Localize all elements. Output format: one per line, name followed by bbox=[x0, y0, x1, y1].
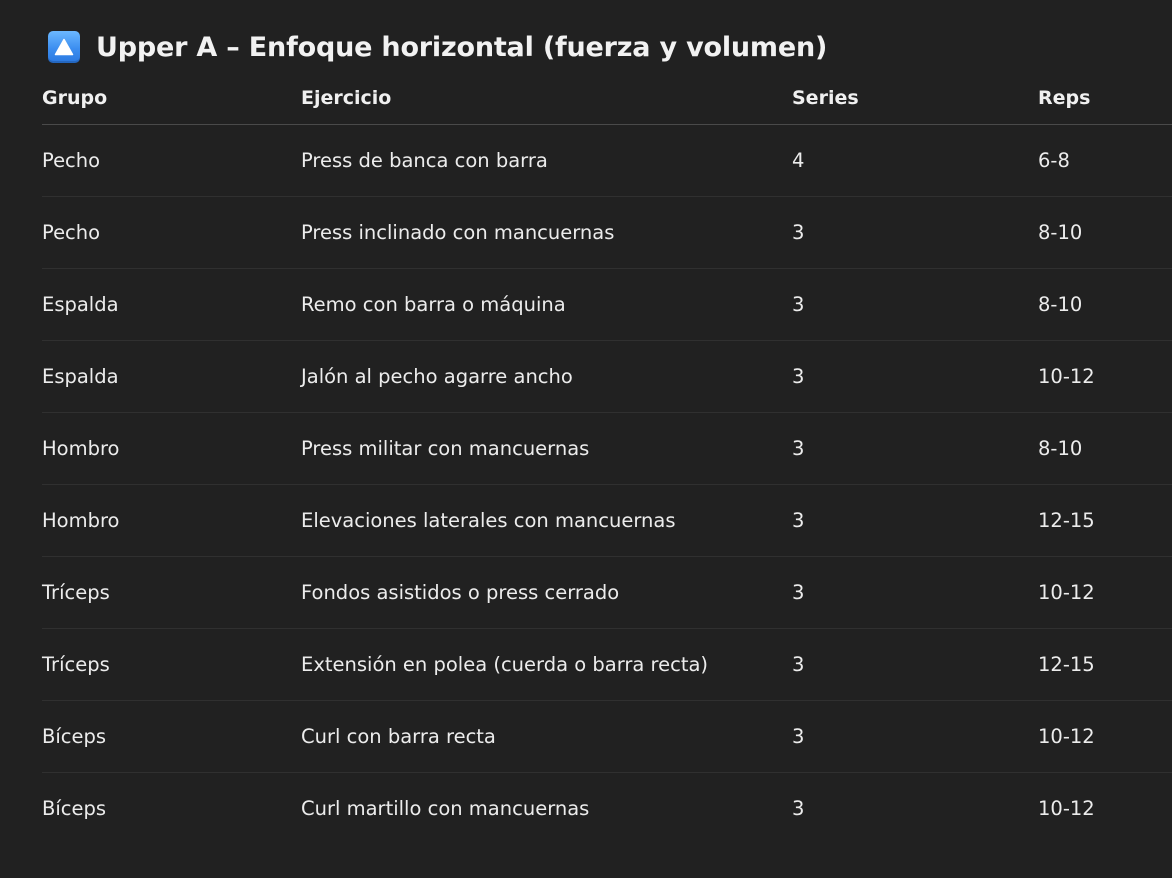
cell-reps: 12-15 bbox=[1038, 628, 1172, 701]
cell-series: 3 bbox=[792, 196, 1038, 269]
cell-reps: 10-12 bbox=[1038, 340, 1172, 413]
header-grupo: Grupo bbox=[42, 72, 301, 125]
table-row: Tríceps Extensión en polea (cuerda o bar… bbox=[42, 628, 1172, 701]
cell-ejercicio: Curl martillo con mancuernas bbox=[301, 797, 590, 820]
cell-grupo: Tríceps bbox=[42, 556, 301, 629]
cell-series: 4 bbox=[792, 124, 1038, 197]
header-reps: Reps bbox=[1038, 72, 1172, 125]
cell-ejercicio: Fondos asistidos o press cerrado bbox=[301, 556, 792, 629]
table-row: Hombro Press militar con mancuernas 3 8-… bbox=[42, 412, 1172, 485]
cell-series: 3 bbox=[792, 700, 1038, 773]
cell-grupo: Hombro bbox=[42, 484, 301, 557]
cell-grupo: Espalda bbox=[42, 340, 301, 413]
cell-grupo: Bíceps bbox=[42, 797, 107, 820]
cell-reps: 8-10 bbox=[1038, 268, 1172, 341]
cell-ejercicio: Press militar con mancuernas bbox=[301, 412, 792, 485]
cell-series: 3 bbox=[792, 268, 1038, 341]
cell-reps: 10-12 bbox=[1038, 797, 1095, 820]
table-row: Espalda Jalón al pecho agarre ancho 3 10… bbox=[42, 340, 1172, 413]
cell-series: 3 bbox=[792, 484, 1038, 557]
workout-table: Grupo Ejercicio Series Reps Pecho Press … bbox=[42, 72, 1172, 844]
cell-ejercicio: Jalón al pecho agarre ancho bbox=[301, 340, 792, 413]
table-header-row: Grupo Ejercicio Series Reps bbox=[42, 72, 1172, 125]
table-row: Espalda Remo con barra o máquina 3 8-10 bbox=[42, 268, 1172, 341]
cell-reps: 8-10 bbox=[1038, 412, 1172, 485]
up-triangle-icon bbox=[48, 31, 80, 63]
cell-reps: 10-12 bbox=[1038, 700, 1172, 773]
cell-grupo: Espalda bbox=[42, 268, 301, 341]
header-series: Series bbox=[792, 72, 1038, 125]
cell-ejercicio: Press inclinado con mancuernas bbox=[301, 196, 792, 269]
cell-reps: 12-15 bbox=[1038, 484, 1172, 557]
table-row: Bíceps Curl con barra recta 3 10-12 bbox=[42, 700, 1172, 773]
cell-series: 3 bbox=[792, 797, 805, 820]
table-row: Pecho Press de banca con barra 4 6-8 bbox=[42, 124, 1172, 197]
cell-grupo: Pecho bbox=[42, 124, 301, 197]
cell-reps: 6-8 bbox=[1038, 124, 1172, 197]
cell-series: 3 bbox=[792, 628, 1038, 701]
cell-ejercicio: Extensión en polea (cuerda o barra recta… bbox=[301, 628, 792, 701]
cell-reps: 10-12 bbox=[1038, 556, 1172, 629]
page-title: Upper A – Enfoque horizontal (fuerza y v… bbox=[48, 28, 827, 66]
table-row: Bíceps Curl martillo con mancuernas 3 10… bbox=[42, 773, 1172, 845]
table-row: Tríceps Fondos asistidos o press cerrado… bbox=[42, 556, 1172, 629]
cell-series: 3 bbox=[792, 556, 1038, 629]
header-ejercicio: Ejercicio bbox=[301, 72, 792, 125]
page: Upper A – Enfoque horizontal (fuerza y v… bbox=[0, 0, 1172, 878]
cell-grupo: Hombro bbox=[42, 412, 301, 485]
cell-series: 3 bbox=[792, 340, 1038, 413]
cell-grupo: Tríceps bbox=[42, 628, 301, 701]
cell-grupo: Bíceps bbox=[42, 700, 301, 773]
cell-ejercicio: Press de banca con barra bbox=[301, 124, 792, 197]
cell-ejercicio: Elevaciones laterales con mancuernas bbox=[301, 484, 792, 557]
up-triangle-glyph bbox=[54, 38, 74, 56]
table-row: Pecho Press inclinado con mancuernas 3 8… bbox=[42, 196, 1172, 269]
page-title-text: Upper A – Enfoque horizontal (fuerza y v… bbox=[96, 31, 828, 63]
cell-grupo: Pecho bbox=[42, 196, 301, 269]
cell-ejercicio: Curl con barra recta bbox=[301, 700, 792, 773]
cell-series: 3 bbox=[792, 412, 1038, 485]
table-row: Hombro Elevaciones laterales con mancuer… bbox=[42, 484, 1172, 557]
cell-reps: 8-10 bbox=[1038, 196, 1172, 269]
cell-ejercicio: Remo con barra o máquina bbox=[301, 268, 792, 341]
